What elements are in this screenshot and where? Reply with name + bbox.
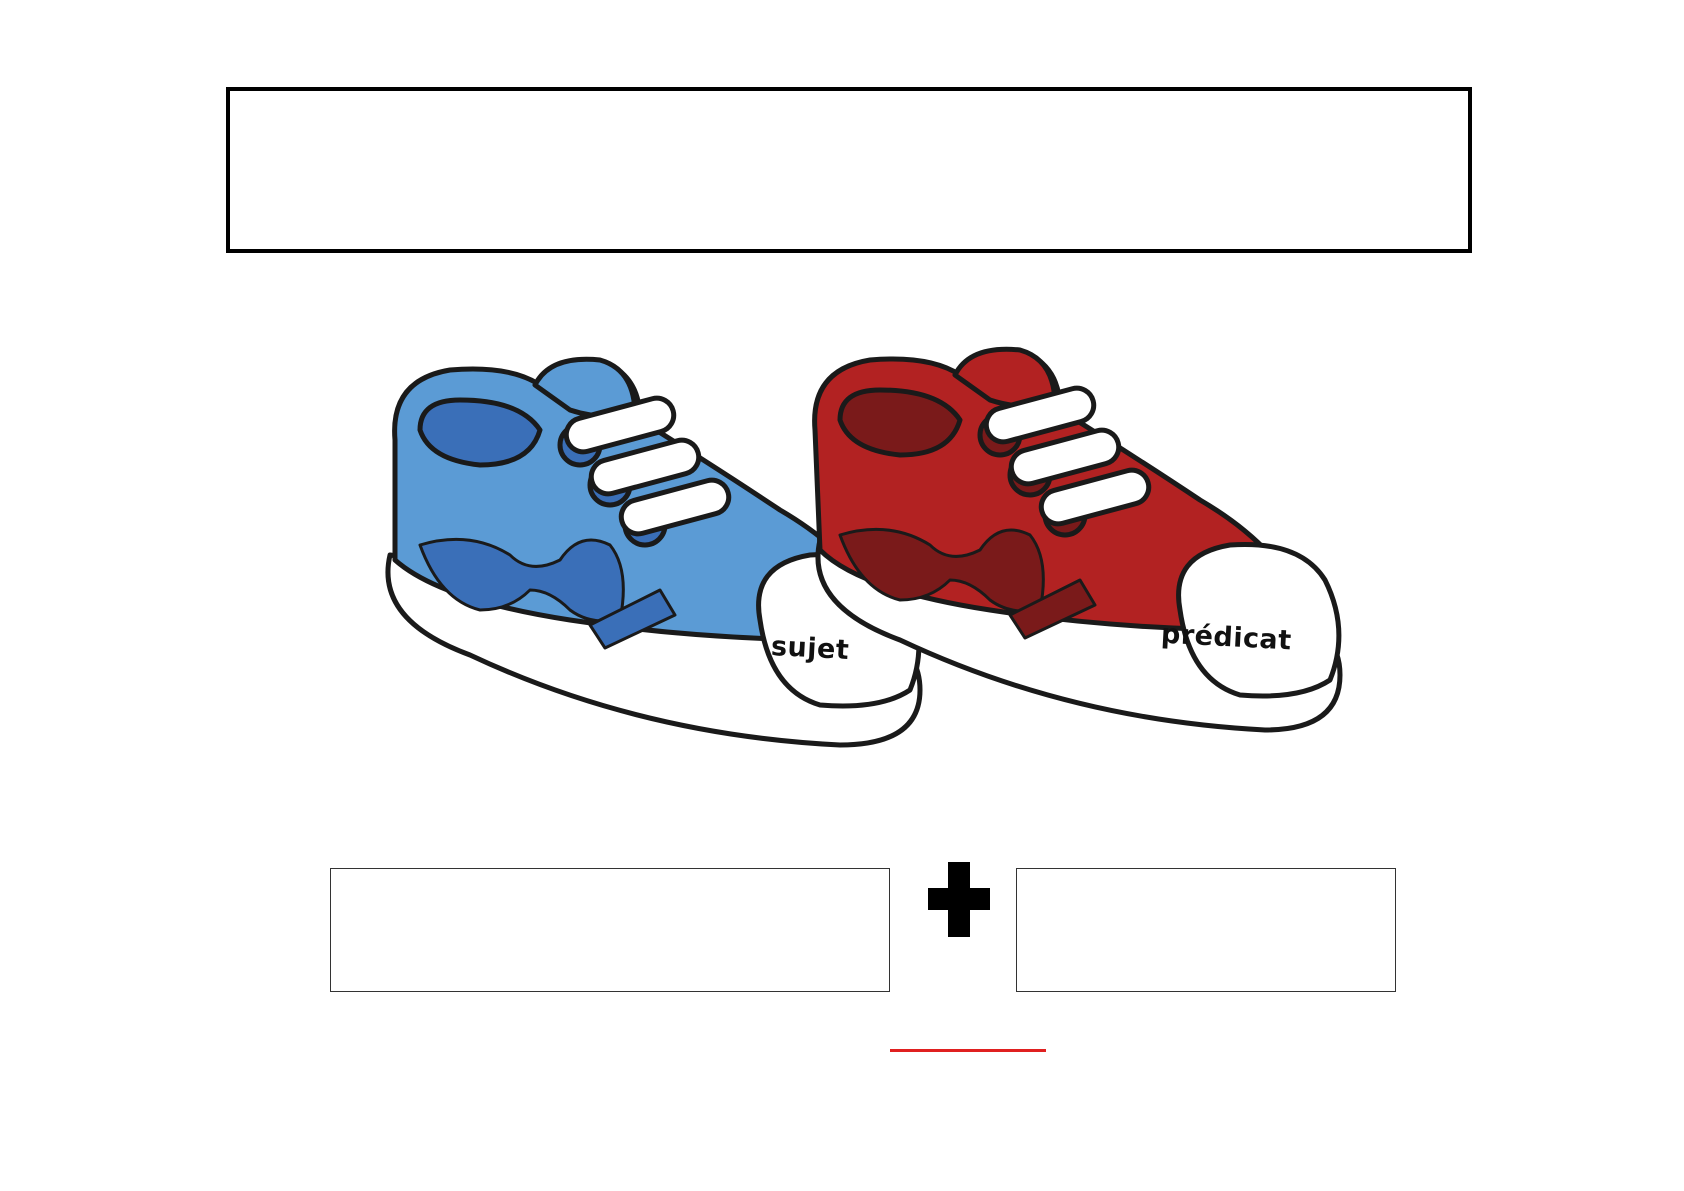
sneakers-illustration: [385, 346, 1343, 748]
predicat-answer-box[interactable]: [1016, 868, 1396, 992]
red-underline: [890, 1049, 1046, 1052]
plus-icon: [928, 862, 990, 937]
title-box: [226, 87, 1472, 253]
sujet-label: sujet: [770, 630, 851, 667]
sujet-answer-box[interactable]: [330, 868, 890, 992]
